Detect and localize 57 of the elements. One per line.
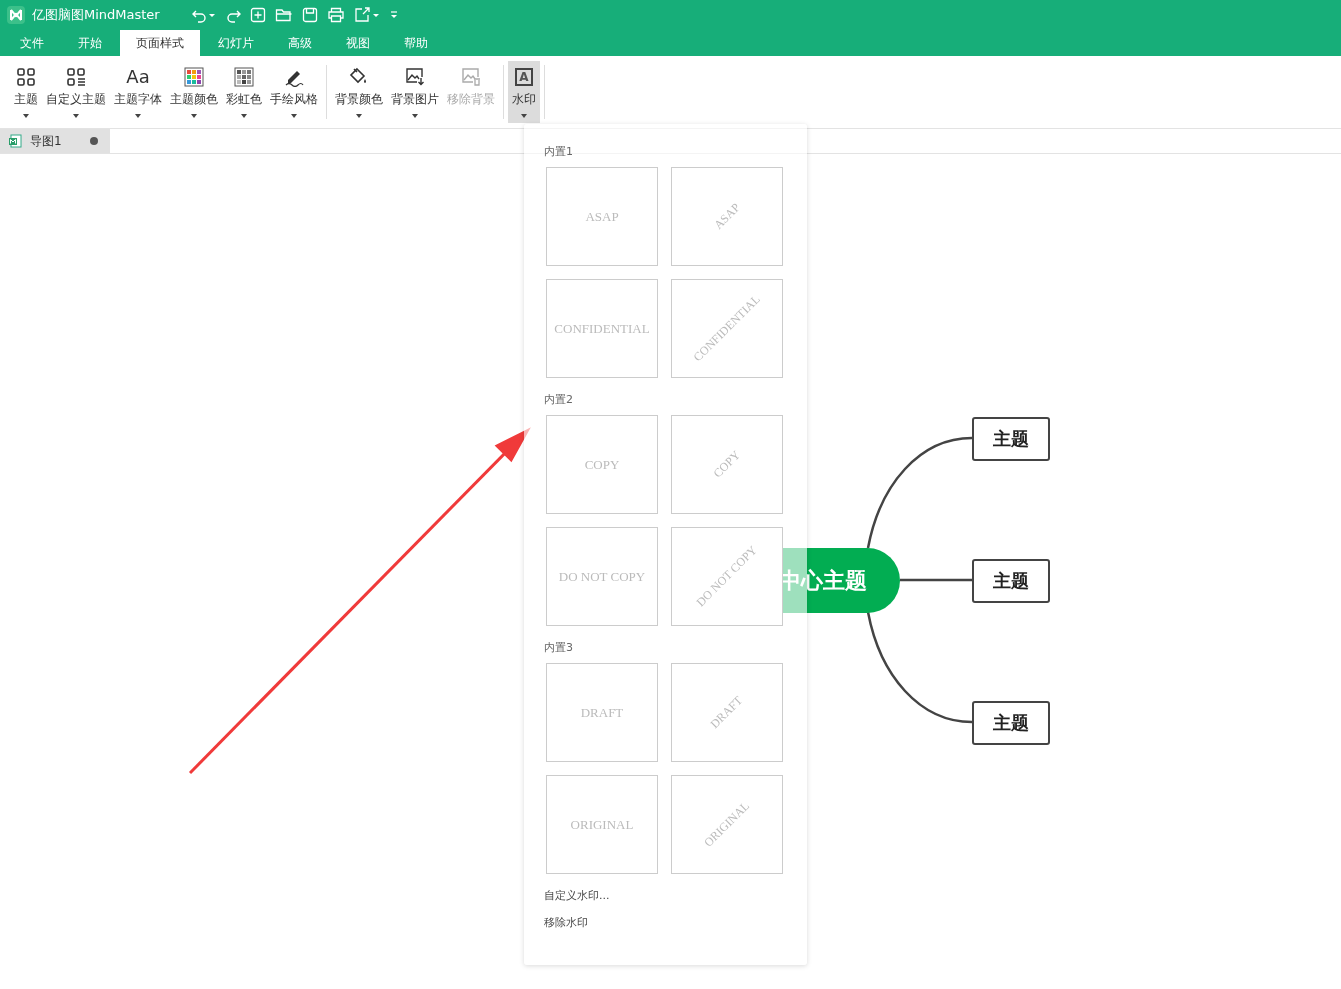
grid-icon (16, 67, 36, 87)
caret-icon (135, 114, 141, 118)
menu-tab[interactable]: 幻灯片 (202, 30, 270, 56)
ribbon-button[interactable]: A 水印 (508, 61, 540, 123)
caret-icon (412, 114, 418, 118)
section-label: 内置3 (544, 640, 574, 655)
caret-icon (191, 114, 197, 118)
watermark-option[interactable]: ORIGINAL (546, 775, 658, 874)
ribbon-button[interactable]: Aa 主题字体 (110, 61, 166, 123)
ribbon-button[interactable]: 背景图片 (387, 61, 443, 123)
document-tab-title: 导图1 (30, 132, 63, 150)
document-tab[interactable]: 导图1 (0, 129, 110, 153)
caret-icon (521, 114, 527, 118)
ribbon-button[interactable]: 自定义主题 (42, 61, 110, 123)
menu-tab[interactable]: 文件 (4, 30, 60, 56)
palette-grid-icon (234, 67, 254, 87)
watermark-option[interactable]: ASAP (546, 167, 658, 266)
ribbon-button[interactable]: 彩虹色 (222, 61, 266, 123)
menu-tab[interactable]: 视图 (330, 30, 386, 56)
window-title: 亿图脑图MindMaster (32, 6, 160, 24)
caret-icon (73, 114, 79, 118)
grid-list-icon (66, 67, 86, 87)
menu-tab[interactable]: 高级 (272, 30, 328, 56)
menu-item[interactable]: 自定义水印... (544, 888, 610, 903)
watermark-option[interactable]: CONFIDENTIAL (546, 279, 658, 378)
ribbon-button[interactable]: 主题颜色 (166, 61, 222, 123)
caret-icon (291, 114, 297, 118)
topic-node[interactable]: 主题 (972, 417, 1050, 461)
ribbon-button[interactable]: 主题 (10, 61, 42, 123)
mind-map-file-icon (8, 134, 22, 148)
app-logo-icon (6, 5, 26, 25)
export-icon[interactable] (353, 7, 380, 23)
save-icon[interactable] (301, 7, 318, 23)
topic-node[interactable]: 主题 (972, 701, 1050, 745)
section-label: 内置1 (544, 144, 574, 159)
ribbon-button[interactable]: 背景颜色 (331, 61, 387, 123)
menu-item[interactable]: 移除水印 (544, 915, 588, 930)
menu-tab[interactable]: 页面样式 (120, 30, 200, 56)
caret-icon (356, 114, 362, 118)
section-label: 内置2 (544, 392, 574, 407)
watermark-option[interactable]: COPY (546, 415, 658, 514)
color-palette-icon (184, 67, 204, 87)
print-icon[interactable] (326, 7, 345, 23)
menu-tab[interactable]: 帮助 (388, 30, 444, 56)
topic-node[interactable]: 主题 (972, 559, 1050, 603)
new-file-icon[interactable] (249, 7, 266, 23)
caret-icon (23, 114, 29, 118)
image-icon (405, 67, 425, 87)
watermark-option[interactable]: DO NOT COPY (546, 527, 658, 626)
menu-tab[interactable]: 开始 (62, 30, 118, 56)
watermark-option[interactable]: DRAFT (546, 663, 658, 762)
caret-icon (241, 114, 247, 118)
watermark-icon: A (515, 68, 533, 86)
folder-icon[interactable] (274, 7, 293, 23)
font-icon: Aa (126, 67, 150, 87)
ribbon-button[interactable]: 手绘风格 (266, 61, 322, 123)
image-delete-icon (461, 67, 481, 87)
